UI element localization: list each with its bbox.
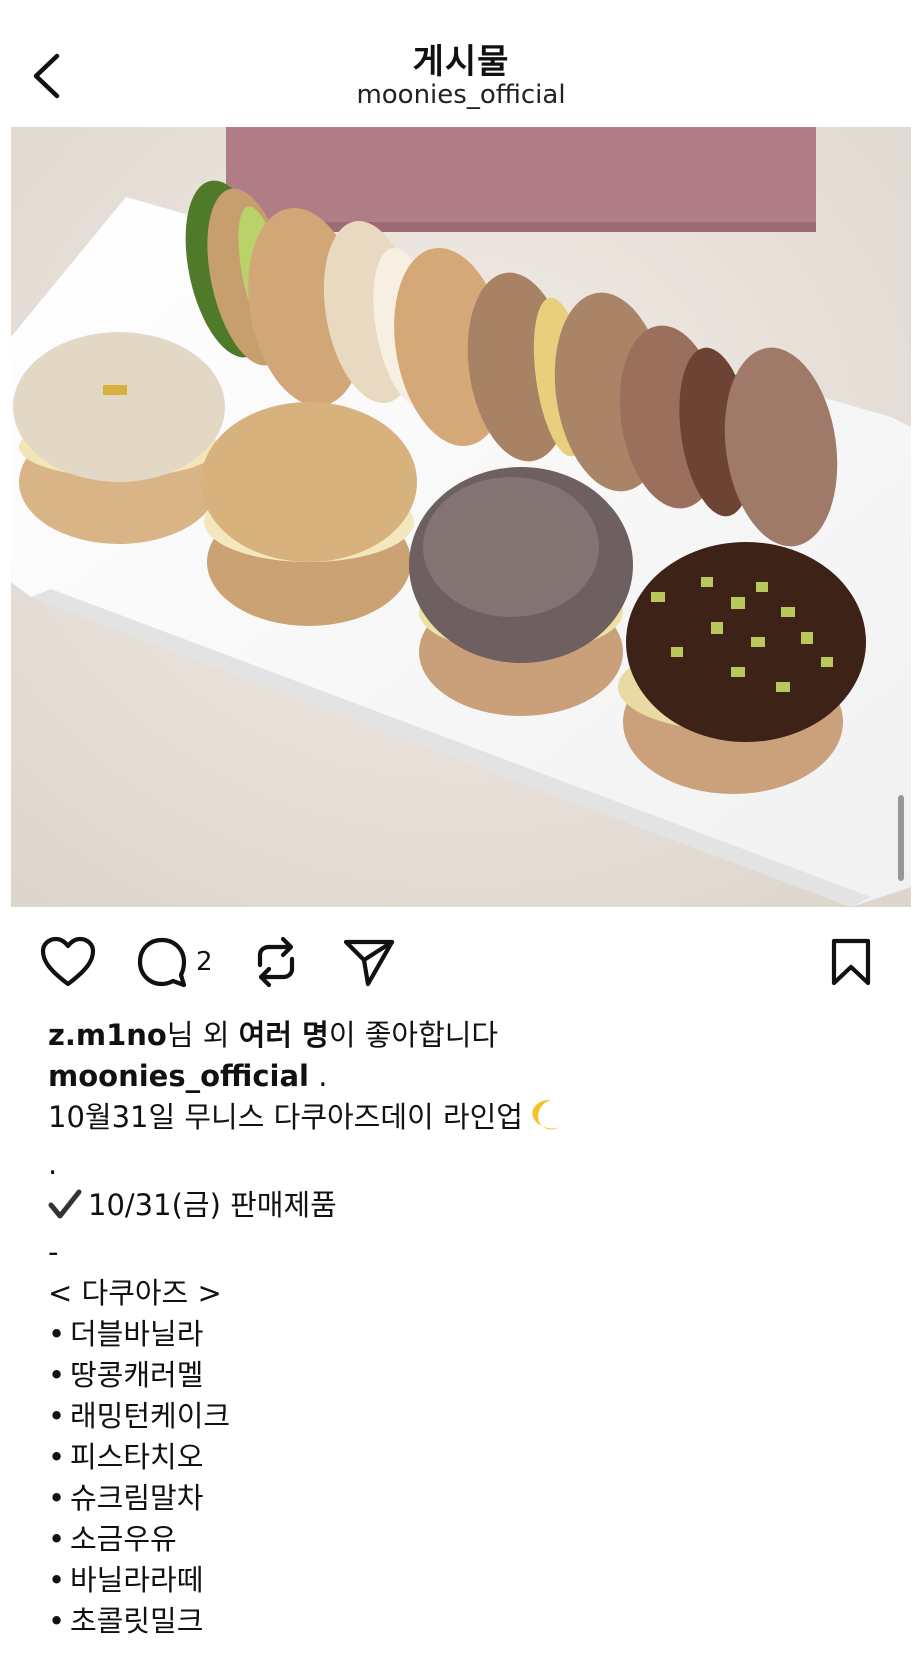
caption-section: < 다쿠아즈 >	[48, 1276, 222, 1310]
image-scroll-indicator	[898, 795, 904, 881]
post-actions-bar: 2	[0, 930, 922, 994]
comment-icon	[137, 937, 187, 988]
caption-check-line: 10/31(금) 판매제품	[48, 1185, 888, 1232]
comment-count: 2	[196, 947, 213, 977]
post-caption: z.m1no님 외 여러 명이 좋아합니다 moonies_official .…	[48, 1015, 888, 1642]
repost-button[interactable]	[252, 930, 300, 994]
list-item: • 땅콩캐러멜	[48, 1358, 204, 1392]
list-item: • 피스타치오	[48, 1440, 204, 1474]
caption-dot: .	[48, 1147, 58, 1181]
save-button[interactable]	[830, 930, 872, 994]
caption-line-1: 10월31일 무니스 다쿠아즈데이 라인업	[48, 1097, 888, 1144]
heart-icon	[40, 936, 96, 987]
like-button[interactable]	[40, 930, 96, 994]
header-username[interactable]: moonies_official	[0, 80, 922, 110]
repost-icon	[257, 936, 295, 988]
post-image[interactable]	[11, 127, 911, 907]
caption-author[interactable]: moonies_official	[48, 1059, 309, 1093]
list-item: • 래밍턴케이크	[48, 1399, 231, 1433]
share-button[interactable]	[342, 930, 396, 994]
page-title: 게시물	[412, 42, 510, 82]
comment-button[interactable]: 2	[136, 930, 213, 994]
like-username[interactable]: z.m1no	[48, 1018, 167, 1052]
bookmark-icon	[831, 938, 871, 986]
list-item: • 더블바닐라	[48, 1317, 204, 1351]
send-icon	[343, 939, 395, 987]
list-item: • 바닐라라떼	[48, 1563, 204, 1597]
list-item: • 소금우유	[48, 1522, 177, 1556]
likes-line[interactable]: z.m1no님 외 여러 명이 좋아합니다	[48, 1015, 888, 1056]
check-mark-icon	[48, 1189, 82, 1232]
list-item: • 슈크림말차	[48, 1481, 204, 1515]
caption-dash: -	[48, 1235, 59, 1269]
post-header: 게시물 moonies_official	[0, 0, 922, 126]
caption-author-line: moonies_official .	[48, 1059, 328, 1093]
crescent-moon-icon	[527, 1097, 563, 1144]
dacquoise-photo	[11, 127, 911, 907]
list-item: • 초콜릿밀크	[48, 1604, 204, 1638]
